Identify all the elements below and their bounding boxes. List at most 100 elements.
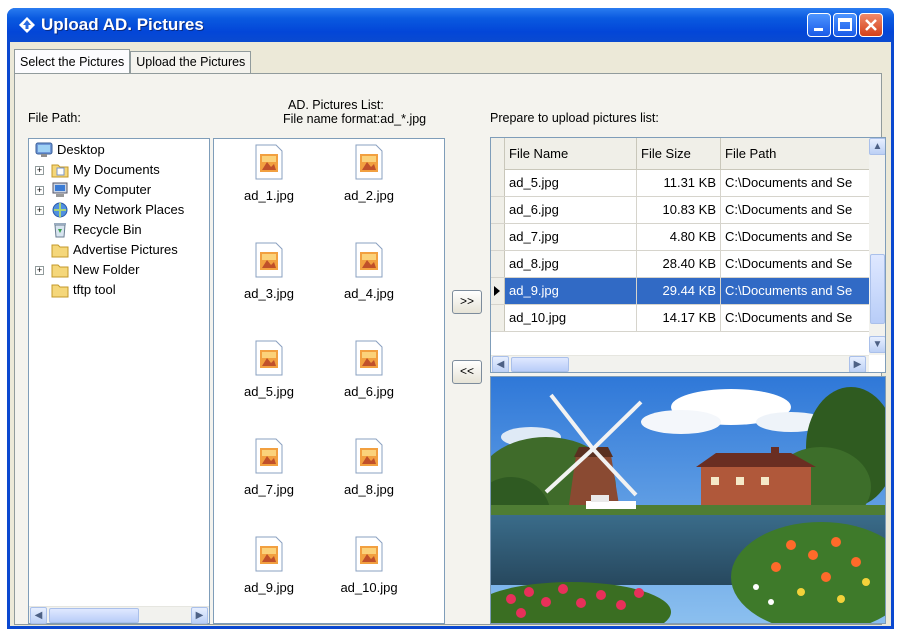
file-name: ad_1.jpg [244,188,294,203]
maximize-icon [838,18,852,31]
row-header[interactable] [491,170,505,196]
image-file-icon [355,536,383,572]
file-item[interactable]: ad_9.jpg [224,536,314,616]
prepare-list-label: Prepare to upload pictures list: [490,111,659,125]
row-header[interactable] [491,197,505,223]
scroll-down-button[interactable]: ▼ [869,336,885,353]
scroll-up-button[interactable]: ▲ [869,138,885,155]
title-bar[interactable]: Upload AD. Pictures [7,8,894,42]
row-header[interactable] [491,224,505,250]
cell-file-size: 11.31 KB [637,170,721,196]
row-header[interactable] [491,278,505,304]
folder-icon [51,244,69,258]
folder-documents-icon [51,164,69,178]
file-item[interactable]: ad_3.jpg [224,242,314,322]
file-item[interactable]: ad_6.jpg [324,340,414,420]
file-name: ad_10.jpg [340,580,398,595]
scroll-right-button[interactable]: ▶ [849,356,866,372]
cell-file-name: ad_7.jpg [505,224,637,250]
file-name: ad_6.jpg [344,384,394,399]
image-file-icon [355,242,383,278]
tree-item-label: Advertise Pictures [73,242,178,257]
column-header-file-path[interactable]: File Path [721,138,871,170]
expand-toggle[interactable]: + [35,206,44,215]
picture-preview [490,376,886,624]
grid-horizontal-scrollbar[interactable]: ◀ ▶ [491,355,869,372]
table-row-selected[interactable]: ad_9.jpg 29.44 KB C:\Documents and Se [491,278,871,305]
cell-file-name: ad_9.jpg [505,278,637,304]
table-row[interactable]: ad_6.jpg 10.83 KB C:\Documents and Se [491,197,871,224]
expand-toggle[interactable]: + [35,166,44,175]
table-row[interactable]: ad_5.jpg 11.31 KB C:\Documents and Se [491,170,871,197]
cell-file-path: C:\Documents and Se [721,305,871,331]
file-path-label: File Path: [28,111,81,125]
cell-file-name: ad_8.jpg [505,251,637,277]
expand-toggle[interactable]: + [35,186,44,195]
cell-file-name: ad_5.jpg [505,170,637,196]
expand-toggle[interactable]: + [35,266,44,275]
file-item[interactable]: ad_2.jpg [324,144,414,224]
table-row[interactable]: ad_10.jpg 14.17 KB C:\Documents and Se [491,305,871,332]
column-header-file-name[interactable]: File Name [505,138,637,170]
cell-file-size: 29.44 KB [637,278,721,304]
pictures-list[interactable]: ad_1.jpg ad_2.jpg ad_3.jpg ad_4.jpg ad_5… [213,138,445,624]
tree-item-label: My Network Places [73,202,185,217]
tab-strip: Select the Pictures Upload the Pictures [14,49,252,73]
file-item[interactable]: ad_1.jpg [224,144,314,224]
file-name: ad_9.jpg [244,580,294,595]
tree-item-label: Recycle Bin [73,222,142,237]
current-row-arrow-icon [494,286,500,296]
table-row[interactable]: ad_7.jpg 4.80 KB C:\Documents and Se [491,224,871,251]
tree-horizontal-scrollbar[interactable]: ◀ ▶ [29,606,209,624]
scroll-left-button[interactable]: ◀ [492,356,509,372]
image-file-icon [255,536,283,572]
folder-tree[interactable]: Desktop + My Documents + My Computer + M… [28,138,210,624]
grid-header: File Name File Size File Path [491,138,871,170]
grid-vertical-scrollbar[interactable]: ▲ ▼ [869,138,885,355]
tree-item-label: My Documents [73,162,160,177]
file-name: ad_8.jpg [344,482,394,497]
scroll-right-button[interactable]: ▶ [191,607,208,624]
row-header[interactable] [491,305,505,331]
network-icon [52,202,68,218]
remove-from-upload-button[interactable]: << [452,360,482,384]
maximize-button[interactable] [833,13,857,37]
cell-file-path: C:\Documents and Se [721,278,871,304]
cell-file-size: 28.40 KB [637,251,721,277]
file-name: ad_7.jpg [244,482,294,497]
close-button[interactable] [859,13,883,37]
tree-item-label: New Folder [73,262,140,277]
minimize-button[interactable] [807,13,831,37]
cell-file-size: 10.83 KB [637,197,721,223]
table-row[interactable]: ad_8.jpg 28.40 KB C:\Documents and Se [491,251,871,278]
column-header-file-size[interactable]: File Size [637,138,721,170]
cell-file-name: ad_6.jpg [505,197,637,223]
tree-item-label: My Computer [73,182,152,197]
tab-select-pictures[interactable]: Select the Pictures [14,49,131,73]
cell-file-size: 14.17 KB [637,305,721,331]
cell-file-path: C:\Documents and Se [721,251,871,277]
image-file-icon [255,242,283,278]
scroll-thumb[interactable] [511,357,569,372]
scroll-left-button[interactable]: ◀ [30,607,47,624]
upload-list-grid[interactable]: File Name File Size File Path ad_5.jpg 1… [490,137,886,373]
window-title: Upload AD. Pictures [41,15,204,34]
folder-icon [51,284,69,298]
file-item[interactable]: ad_7.jpg [224,438,314,518]
file-item[interactable]: ad_10.jpg [324,536,414,616]
cell-file-name: ad_10.jpg [505,305,637,331]
row-header[interactable] [491,251,505,277]
file-name-format-label: File name format:ad_*.jpg [283,112,427,126]
file-item[interactable]: ad_4.jpg [324,242,414,322]
scroll-thumb[interactable] [870,254,885,324]
scroll-thumb[interactable] [49,608,139,623]
diamond-arrow-icon [19,17,35,33]
computer-icon [52,182,68,197]
file-name: ad_2.jpg [344,188,394,203]
tree-item-label: tftp tool [73,282,116,297]
image-file-icon [255,144,283,180]
file-item[interactable]: ad_8.jpg [324,438,414,518]
add-to-upload-button[interactable]: >> [452,290,482,314]
file-item[interactable]: ad_5.jpg [224,340,314,420]
tab-upload-pictures[interactable]: Upload the Pictures [130,51,252,73]
